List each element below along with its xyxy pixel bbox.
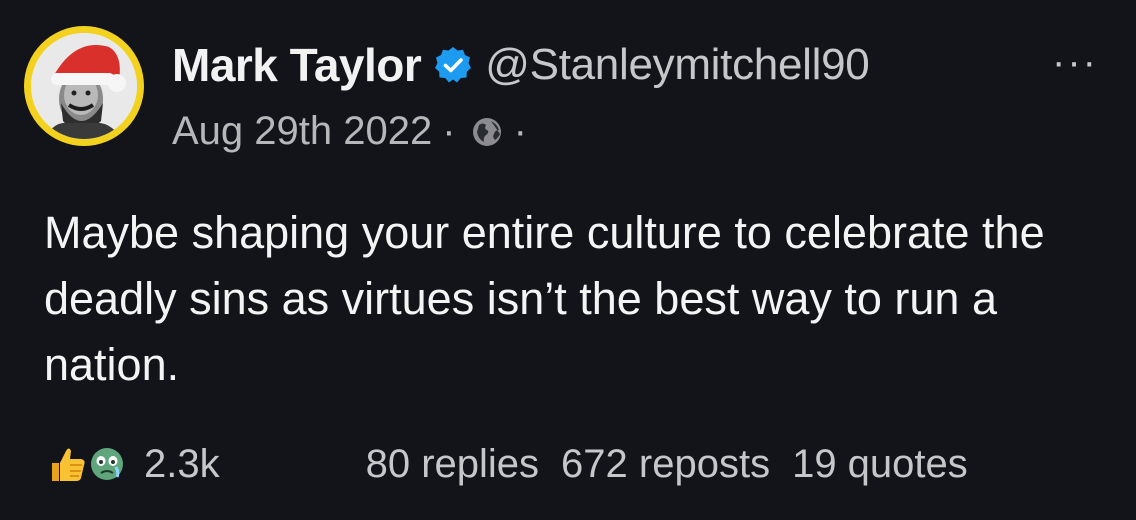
crying-face-icon [84, 441, 130, 487]
post-text: Maybe shaping your entire culture to cel… [44, 207, 1045, 390]
quotes-count[interactable]: 19 quotes [792, 442, 968, 487]
meta-separator: · [442, 108, 456, 153]
post-card: Mark Taylor @Stanleymitchell90 ··· Aug 2… [0, 0, 1136, 520]
more-options-icon[interactable]: ··· [1052, 40, 1098, 85]
post-stats: 2.3k 80 replies 672 reposts 19 quotes [44, 436, 1104, 492]
author-display-name[interactable]: Mark Taylor [172, 38, 422, 92]
globe-icon [470, 114, 504, 148]
post-date[interactable]: Aug 29th 2022 [172, 109, 432, 154]
verified-badge-icon [433, 45, 473, 85]
author-row: Mark Taylor @Stanleymitchell90 [172, 36, 870, 94]
meta-separator-trailing: · [513, 108, 527, 153]
replies-count[interactable]: 80 replies [366, 442, 539, 487]
author-handle[interactable]: @Stanleymitchell90 [485, 40, 869, 90]
reaction-count: 2.3k [144, 441, 220, 486]
post-meta: Aug 29th 2022 · · [172, 106, 537, 156]
reposts-count[interactable]: 672 reposts [561, 442, 770, 487]
avatar[interactable] [24, 26, 144, 146]
avatar-image [31, 33, 137, 139]
reactions-group[interactable]: 2.3k [44, 441, 220, 487]
